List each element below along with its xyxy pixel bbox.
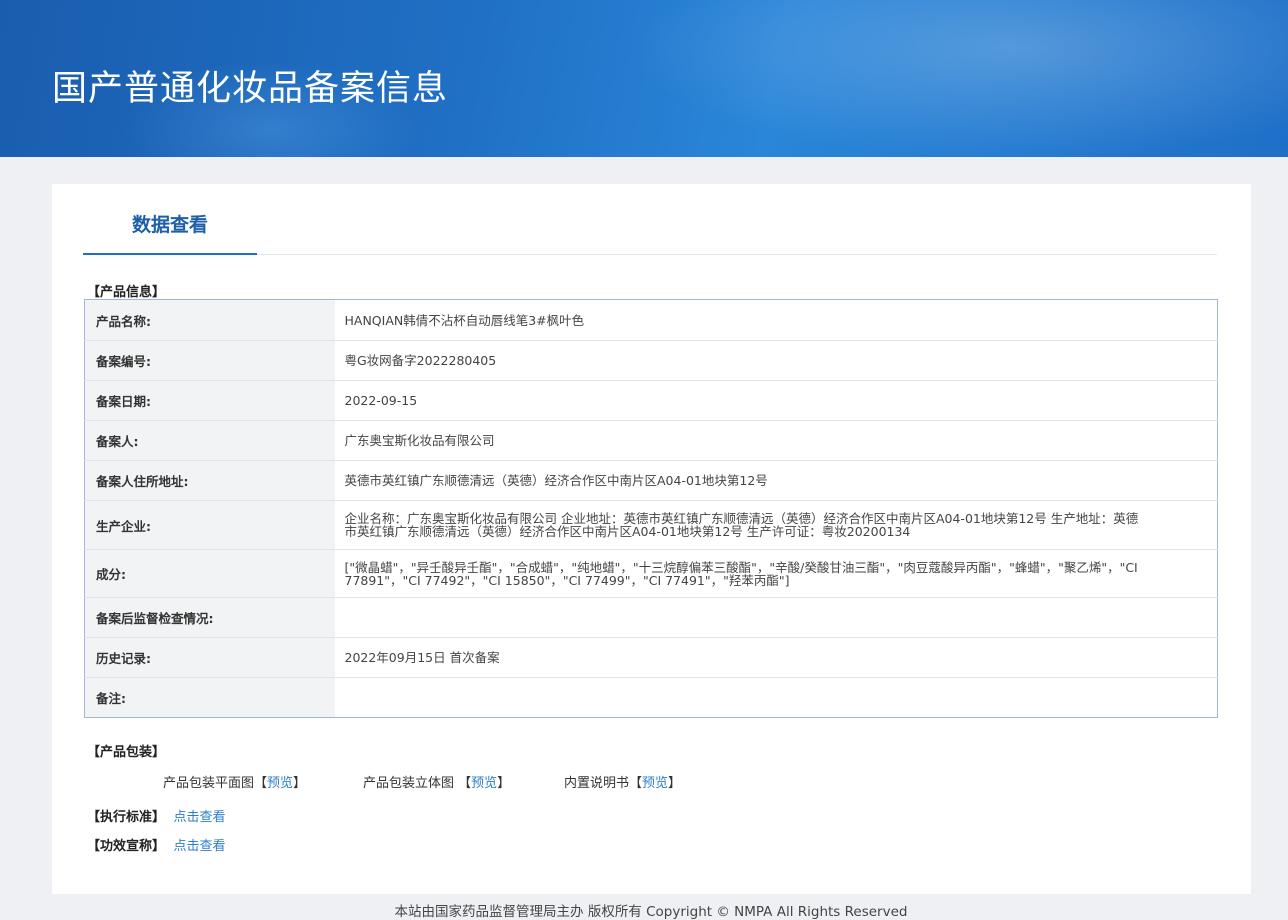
row-value: 2022年09月15日 首次备案 xyxy=(334,637,1218,678)
row-value: 广东奥宝斯化妆品有限公司 xyxy=(334,420,1218,461)
bracket-close: 】 xyxy=(668,776,682,791)
content-card: 数据查看 【产品信息】 产品名称: HANQIAN韩倩不沾杯自动唇线笔3#枫叶色… xyxy=(52,184,1251,894)
page-title: 国产普通化妆品备案信息 xyxy=(52,69,449,109)
row-label: 备注: xyxy=(84,677,335,718)
row-value xyxy=(334,677,1218,718)
product-info-table: 产品名称: HANQIAN韩倩不沾杯自动唇线笔3#枫叶色 备案编号: 粤G妆网备… xyxy=(84,299,1218,718)
table-row: 备注: xyxy=(84,677,1218,718)
efficacy-label: 【功效宣称】 xyxy=(87,839,166,854)
packaging-3d-item: 产品包装立体图 【预览】 xyxy=(363,772,510,791)
packaging-label: 【产品包装】 xyxy=(87,745,166,760)
row-value xyxy=(334,597,1218,638)
packaging-flat-label: 产品包装平面图 xyxy=(163,776,255,791)
packaging-3d-label: 产品包装立体图 xyxy=(363,776,459,791)
row-value: 粤G妆网备字2022280405 xyxy=(334,340,1218,381)
row-label: 产品名称: xyxy=(84,299,335,341)
footer-copyright: 本站由国家药品监督管理局主办 版权所有 Copyright © NMPA All… xyxy=(394,904,908,920)
row-label: 备案编号: xyxy=(84,340,335,381)
row-value: 英德市英红镇广东顺德清远（英德）经济合作区中南片区A04-01地块第12号 xyxy=(334,460,1218,501)
manual-item: 内置说明书【预览】 xyxy=(564,772,681,791)
tab-data-view[interactable]: 数据查看 xyxy=(83,208,257,255)
packaging-flat-item: 产品包装平面图【预览】 xyxy=(163,772,306,791)
bracket-close: 】 xyxy=(497,776,511,791)
bracket-open: 【 xyxy=(629,776,643,791)
table-row: 历史记录: 2022年09月15日 首次备案 xyxy=(84,637,1218,678)
row-value: 2022-09-15 xyxy=(334,380,1218,421)
row-value: HANQIAN韩倩不沾杯自动唇线笔3#枫叶色 xyxy=(344,312,585,328)
header-banner: 国产普通化妆品备案信息 xyxy=(0,0,1288,157)
table-row: 备案后监督检查情况: xyxy=(84,597,1218,638)
efficacy-view-link[interactable]: 点击查看 xyxy=(174,839,226,854)
table-row: 生产企业: 企业名称：广东奥宝斯化妆品有限公司 企业地址：英德市英红镇广东顺德清… xyxy=(84,500,1218,550)
table-row: 产品名称: HANQIAN韩倩不沾杯自动唇线笔3#枫叶色 xyxy=(84,299,1218,341)
row-label: 成分: xyxy=(84,549,335,598)
manual-preview-link[interactable]: 预览 xyxy=(642,776,668,791)
tab-bar: 数据查看 xyxy=(83,208,1217,255)
row-label: 备案后监督检查情况: xyxy=(84,597,335,638)
row-value: 企业名称：广东奥宝斯化妆品有限公司 企业地址：英德市英红镇广东顺德清远（英德）经… xyxy=(334,500,1218,550)
row-label: 生产企业: xyxy=(84,500,335,550)
packaging-3d-preview-link[interactable]: 预览 xyxy=(471,776,497,791)
standard-view-link[interactable]: 点击查看 xyxy=(174,810,226,825)
bracket-open: 【 xyxy=(254,776,268,791)
table-row: 备案人: 广东奥宝斯化妆品有限公司 xyxy=(84,420,1218,461)
bracket-open: 【 xyxy=(458,776,472,791)
manual-label: 内置说明书 xyxy=(564,776,630,791)
standard-row: 【执行标准】 点击查看 xyxy=(87,806,226,825)
row-label: 备案人: xyxy=(84,420,335,461)
standard-label: 【执行标准】 xyxy=(87,810,166,825)
bracket-close: 】 xyxy=(293,776,307,791)
row-label: 备案人住所地址: xyxy=(84,460,335,501)
table-row: 备案编号: 粤G妆网备字2022280405 xyxy=(84,340,1218,381)
table-row: 成分: ["微晶蜡"，"异壬酸异壬酯"，"合成蜡"，"纯地蜡"，"十三烷醇偏苯三… xyxy=(84,549,1218,598)
row-label: 备案日期: xyxy=(84,380,335,421)
packaging-flat-preview-link[interactable]: 预览 xyxy=(267,776,293,791)
row-value: ["微晶蜡"，"异壬酸异壬酯"，"合成蜡"，"纯地蜡"，"十三烷醇偏苯三酸酯"，… xyxy=(334,549,1218,598)
row-label: 历史记录: xyxy=(84,637,335,678)
efficacy-row: 【功效宣称】 点击查看 xyxy=(87,835,226,854)
product-info-label: 【产品信息】 xyxy=(87,285,166,300)
table-row: 备案日期: 2022-09-15 xyxy=(84,380,1218,421)
table-row: 备案人住所地址: 英德市英红镇广东顺德清远（英德）经济合作区中南片区A04-01… xyxy=(84,460,1218,501)
